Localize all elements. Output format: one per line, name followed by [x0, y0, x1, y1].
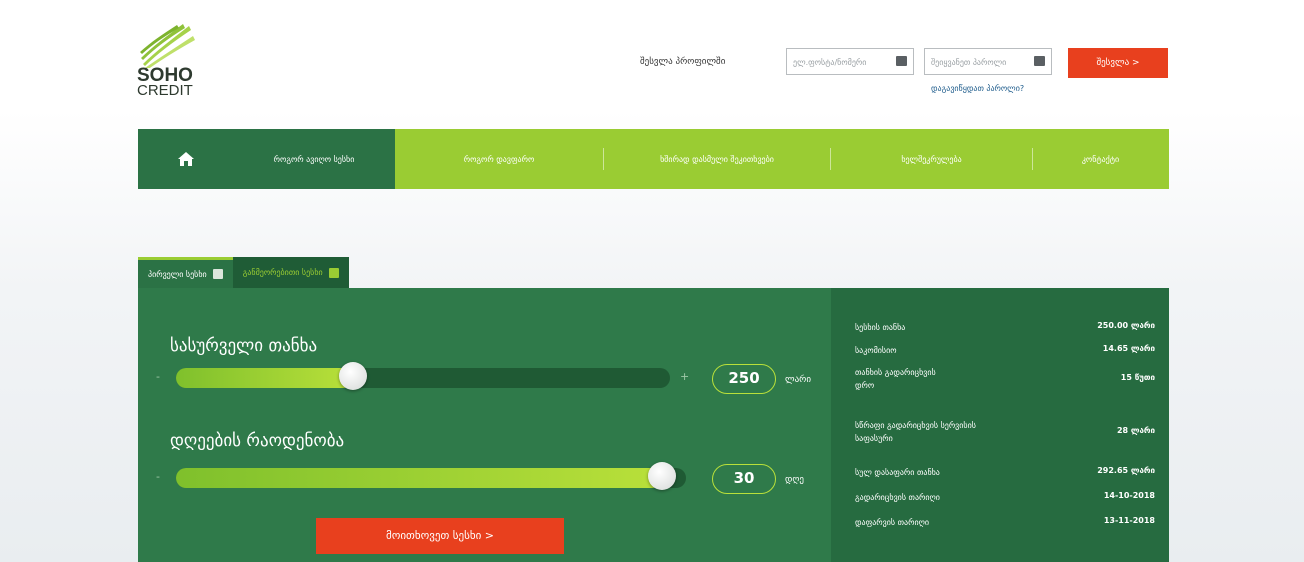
- nav-item-how-to-get-loan[interactable]: როგორ ავიღო სესხი: [233, 129, 395, 189]
- loan-summary: სესხის თანხა 250.00 ლარი საკომისიო 14.65…: [831, 288, 1169, 562]
- tab-repeat-loan-label: განმეორებითი სესხი: [242, 268, 323, 277]
- summary-value: 292.65 ლარი: [1097, 466, 1155, 475]
- username-placeholder: ელ.ფოსტა/ნომერი: [793, 58, 867, 67]
- amount-unit: ლარი: [785, 375, 811, 385]
- amount-slider-fill: [176, 368, 354, 388]
- login-button[interactable]: შესვლა >: [1068, 48, 1168, 78]
- password-input[interactable]: შეიყვანეთ პაროლი: [924, 48, 1052, 75]
- summary-key: სწრაფი გადარიცხვის სერვისის საფასური: [855, 421, 976, 443]
- password-placeholder: შეიყვანეთ პაროლი: [931, 58, 1007, 67]
- summary-value: 28 ლარი: [1116, 426, 1155, 435]
- summary-key: თანხის გადარიცხვის დრო: [855, 368, 936, 390]
- nav-home[interactable]: [138, 129, 233, 189]
- loan-calculator: სასურველი თანხა - + 250 ლარი დღეების რაო…: [138, 288, 831, 562]
- summary-value: 15 წუთი: [1120, 373, 1155, 382]
- summary-key: საკომისიო: [855, 346, 897, 355]
- summary-key: სულ დასაფარი თანხა: [855, 468, 940, 477]
- nav-item-faq[interactable]: ხშირად დასმული შეკითხვები: [604, 129, 830, 189]
- days-slider-handle[interactable]: [648, 462, 677, 490]
- nav-item-how-to-repay[interactable]: როგორ დავფარო: [395, 129, 603, 189]
- tab-first-loan-label: პირველი სესხი: [148, 269, 207, 279]
- amount-increase[interactable]: +: [680, 370, 689, 383]
- amount-slider-handle[interactable]: [339, 362, 368, 390]
- nav-item-contract[interactable]: ხელშეკრულება: [831, 129, 1032, 189]
- summary-key: გადარიცხვის თარიღი: [855, 493, 940, 502]
- amount-slider[interactable]: [176, 362, 670, 390]
- bank-icon: [328, 267, 339, 278]
- loan-tabs: პირველი სესხი განმეორებითი სესხი: [138, 257, 349, 288]
- summary-key: სესხის თანხა: [855, 323, 906, 332]
- days-title: დღეების რაოდენობა: [170, 431, 345, 451]
- tab-first-loan[interactable]: პირველი სესხი: [138, 257, 233, 288]
- summary-value: 14-10-2018: [1103, 491, 1155, 500]
- main-nav: როგორ ავიღო სესხი როგორ დავფარო ხშირად დ…: [138, 129, 1169, 189]
- summary-value: 250.00 ლარი: [1097, 321, 1155, 330]
- days-decrease[interactable]: -: [156, 470, 160, 483]
- keyboard-icon[interactable]: [1034, 56, 1045, 66]
- amount-value[interactable]: 250: [712, 364, 776, 394]
- soho-credit-logo[interactable]: SOHO CREDIT: [137, 22, 207, 102]
- days-slider-fill: [176, 468, 663, 488]
- tab-repeat-loan[interactable]: განმეორებითი სესხი: [232, 257, 349, 288]
- summary-value: 14.65 ლარი: [1102, 344, 1155, 353]
- amount-decrease[interactable]: -: [156, 370, 160, 383]
- summary-key: დაფარვის თარიღი: [855, 518, 930, 527]
- summary-value: 13-11-2018: [1103, 516, 1155, 525]
- bank-icon: [212, 269, 223, 279]
- nav-item-contact[interactable]: კონტაქტი: [1033, 129, 1168, 189]
- logo-leaves-icon: [140, 24, 195, 70]
- keyboard-icon[interactable]: [896, 56, 907, 66]
- days-slider[interactable]: [176, 462, 686, 490]
- forgot-password-link[interactable]: დაგავიწყდათ პაროლი?: [931, 84, 1024, 93]
- home-icon: [177, 152, 194, 166]
- username-input[interactable]: ელ.ფოსტა/ნომერი: [786, 48, 914, 75]
- amount-title: სასურველი თანხა: [170, 336, 318, 356]
- days-unit: დღე: [785, 475, 805, 485]
- logo-credit-text: CREDIT: [137, 82, 193, 99]
- request-loan-button[interactable]: მოითხოვეთ სესხი >: [316, 518, 564, 554]
- login-label: შესვლა პროფილში: [640, 57, 726, 67]
- days-value[interactable]: 30: [712, 464, 776, 494]
- logo-soho-text: SOHO: [137, 65, 193, 86]
